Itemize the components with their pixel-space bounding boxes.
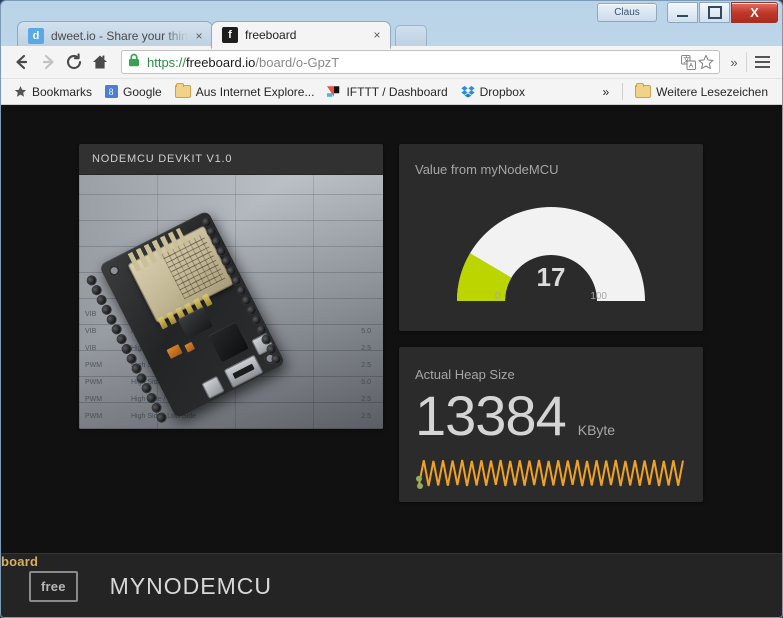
url-path: /board/o-GpzT (255, 54, 340, 70)
hamburger-menu-icon (754, 56, 770, 58)
sparkline-chart (415, 456, 687, 495)
new-tab-button[interactable] (395, 25, 427, 48)
tab-title: freeboard (245, 28, 297, 42)
widget-text-body: Actual Heap Size 13384 KByte (399, 347, 703, 502)
url-host: freeboard.io (186, 54, 256, 70)
browser-toolbar: https://freeboard.io/board/o-GpzT 文 A » (1, 46, 782, 79)
star-icon (14, 85, 27, 98)
back-arrow-icon (16, 54, 28, 70)
bookmark-google[interactable]: 8 Google (99, 82, 168, 102)
url-text: https://freeboard.io/board/o-GpzT (147, 55, 679, 70)
text-widget-label: Actual Heap Size (415, 367, 515, 382)
bookmark-label: Google (123, 84, 162, 99)
sparkline-path (418, 459, 684, 487)
board-column-right: Value from myNodeMCU 17 0 100 Actual Hea… (399, 144, 703, 518)
text-widget-unit: KByte (577, 422, 616, 438)
forward-button[interactable] (35, 49, 61, 75)
bookmark-ifttt-dashboard[interactable]: IFTTT / Dashboard (321, 82, 453, 102)
url-scheme: https:// (147, 54, 187, 70)
gauge-max-label: 100 (590, 291, 607, 302)
gauge-min-label: 0 (495, 291, 501, 302)
widget-image-body: VIB High Side VIB High Side 5.0 (79, 175, 383, 429)
widget-title: NODEMCU DEVKIT V1.0 (79, 144, 383, 175)
dropbox-icon (460, 85, 475, 98)
hamburger-menu-icon (754, 61, 770, 63)
bookmark-label: Bookmarks (32, 84, 93, 99)
micro-usb-port (223, 354, 264, 388)
maximize-icon (707, 6, 722, 19)
tab-close-icon[interactable]: × (370, 28, 384, 42)
bookmark-label: Aus Internet Explore... (195, 84, 315, 99)
gauge-value: 17 (536, 262, 566, 292)
bookmark-aus-internet-explorer[interactable]: Aus Internet Explore... (169, 82, 321, 102)
tab-dweet[interactable]: d dweet.io - Share your thin × (17, 21, 213, 49)
widget-text[interactable]: Actual Heap Size 13384 KByte (399, 347, 703, 502)
mount-hole (106, 263, 122, 278)
browser-window: Claus X d dweet.io - Share your thin × f… (0, 0, 783, 618)
minimize-icon (677, 15, 688, 17)
widget-gauge-body: Value from myNodeMCU 17 0 100 (399, 144, 703, 331)
text-widget-value-row: 13384 KByte (415, 388, 687, 444)
bookmark-label: Weitere Lesezeichen (656, 84, 768, 99)
flash-button (201, 376, 225, 399)
star-icon[interactable] (697, 54, 715, 70)
text-widget-value: 13384 (415, 384, 567, 447)
toolbar-overflow-button[interactable]: » (725, 55, 743, 70)
ifttt-icon (327, 85, 341, 98)
bookmark-dropbox[interactable]: Dropbox (455, 82, 531, 102)
freeboard-canvas: NODEMCU DEVKIT V1.0 VIB High Side (1, 105, 782, 553)
nodemcu-photo: VIB High Side VIB High Side 5.0 (79, 175, 383, 429)
back-button[interactable] (9, 49, 35, 75)
home-button[interactable] (87, 49, 113, 75)
gauge-tick-labels: 0 100 (415, 291, 687, 302)
bookmarks-divider (622, 83, 624, 100)
bookmarks-bar: Bookmarks 8 Google Aus Internet Explore.… (1, 79, 782, 105)
dweet-favicon-icon: d (28, 27, 44, 44)
browser-menu-button[interactable] (750, 56, 774, 68)
freeboard-logo[interactable]: free board (1, 554, 78, 602)
usb-serial-chip (208, 321, 249, 363)
sparkline-point (416, 475, 422, 482)
translate-icon[interactable]: 文 A (679, 54, 697, 70)
gauge-chart: 17 0 100 (415, 183, 687, 323)
reload-button[interactable] (61, 49, 87, 75)
bookmark-bookmarks[interactable]: Bookmarks (8, 82, 98, 102)
tab-close-icon[interactable]: × (192, 29, 206, 43)
board-footer: free board MYNODEMCU (1, 553, 782, 617)
home-icon (93, 55, 107, 69)
reload-icon (67, 53, 82, 70)
tab-title: dweet.io - Share your thin (51, 28, 188, 43)
board-column-left: NODEMCU DEVKIT V1.0 VIB High Side (79, 144, 383, 445)
tab-freeboard[interactable]: f freeboard × (211, 21, 391, 49)
sparkline-svg (416, 459, 684, 489)
google-icon: 8 (105, 85, 119, 98)
address-bar[interactable]: https://freeboard.io/board/o-GpzT 文 A (121, 50, 720, 74)
bookmark-other-bookmarks[interactable]: Weitere Lesezeichen (629, 82, 774, 102)
svg-text:8: 8 (109, 87, 114, 98)
toolbar-divider (746, 52, 747, 72)
datasheet-row: PWM High Side / Low Side 2.5 (85, 412, 371, 420)
capacitor (184, 341, 196, 353)
page-content: NODEMCU DEVKIT V1.0 VIB High Side (1, 105, 782, 617)
forward-arrow-icon (42, 54, 54, 70)
bookmark-label: Dropbox (479, 84, 525, 99)
lock-icon (128, 53, 141, 72)
gauge-label: Value from myNodeMCU (415, 162, 559, 177)
widget-gauge[interactable]: Value from myNodeMCU 17 0 100 (399, 144, 703, 331)
bookmarks-overflow-button[interactable]: » (596, 82, 615, 102)
folder-icon (635, 83, 652, 98)
freeboard-favicon-icon: f (222, 27, 238, 43)
sparkline-point (417, 483, 423, 489)
capacitor (166, 344, 183, 359)
tab-strip: d dweet.io - Share your thin × f freeboa… (1, 19, 782, 49)
bookmark-label: IFTTT / Dashboard (346, 84, 448, 99)
widget-image[interactable]: NODEMCU DEVKIT V1.0 VIB High Side (79, 144, 383, 429)
logo-text-board: board (1, 554, 39, 569)
pcb-antenna (127, 227, 189, 272)
hamburger-menu-icon (754, 66, 770, 68)
svg-text:A: A (688, 62, 693, 69)
folder-icon (174, 83, 191, 98)
